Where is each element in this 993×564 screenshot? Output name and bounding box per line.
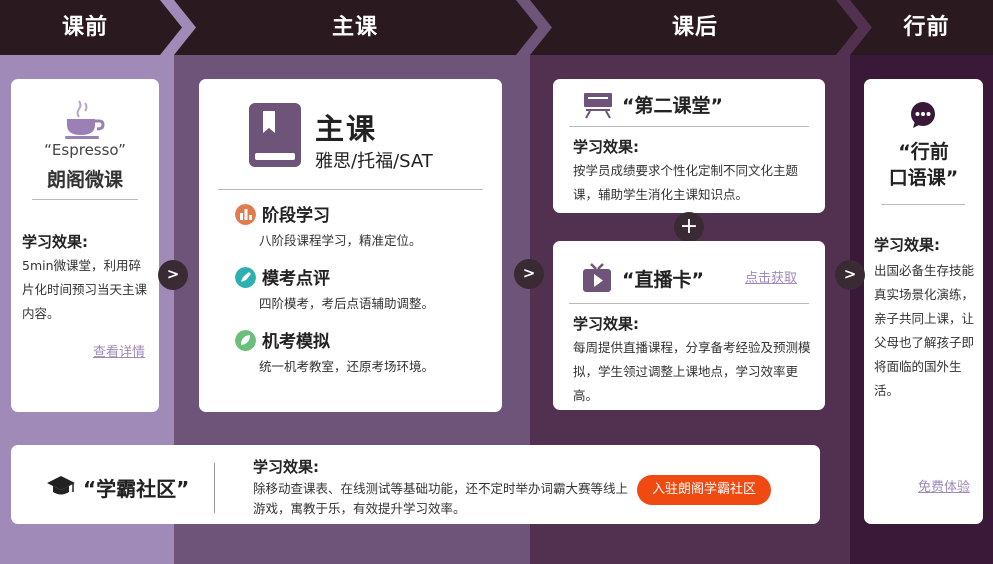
departure-title-line1: “行前 bbox=[898, 141, 949, 163]
main-subtitle: 雅思/托福/SAT bbox=[315, 151, 433, 172]
espresso-title: 朗阁微课 bbox=[46, 169, 123, 191]
book-icon bbox=[249, 103, 301, 167]
effect-text: 5min微课堂，利用碎片化时间预习当天主课内容。 bbox=[22, 258, 148, 321]
effect-heading: 学习效果: bbox=[22, 233, 88, 251]
next-arrow-button[interactable]: > bbox=[514, 259, 544, 289]
view-details-link[interactable]: 查看详情 bbox=[93, 341, 145, 360]
divider bbox=[218, 189, 483, 190]
main-course-card: 主课 雅思/托福/SAT 阶段学习 八阶段课程学习，精准定位。 模考点评 四阶模… bbox=[199, 79, 502, 412]
community-card: “学霸社区” 学习效果: 除移动查课表、在线测试等基础功能，还不定时举办词霸大赛… bbox=[11, 445, 820, 524]
leaf-icon bbox=[235, 330, 256, 351]
stage-title: 阶段学习 bbox=[262, 206, 330, 226]
espresso-card: “Espresso” 朗阁微课 学习效果: 5min微课堂，利用碎片化时间预习当… bbox=[11, 79, 159, 412]
stage-title: 机考模拟 bbox=[262, 332, 330, 352]
effect-heading: 学习效果: bbox=[573, 315, 639, 333]
bar-chart-icon bbox=[235, 204, 256, 225]
effect-heading: 学习效果: bbox=[874, 236, 940, 254]
step-header: 课前 主课 课后 行前 bbox=[0, 0, 993, 55]
live-title: “直播卡” bbox=[622, 269, 704, 291]
graduation-cap-icon bbox=[47, 476, 75, 495]
free-trial-link[interactable]: 免费体验 bbox=[918, 476, 970, 495]
step-main: 主课 bbox=[331, 15, 378, 40]
speech-bubble-icon bbox=[911, 102, 935, 128]
divider bbox=[569, 303, 809, 304]
divider bbox=[214, 463, 215, 513]
second-class-title: “第二课堂” bbox=[622, 95, 723, 117]
effect-heading: 学习效果: bbox=[253, 458, 319, 476]
divider bbox=[881, 204, 965, 205]
effect-text: 每周提供直播课程，分享备考经验及预测模拟，学生领过调整上课地点，学习效率更高。 bbox=[573, 340, 811, 403]
live-card: “直播卡” 点击获取 学习效果: 每周提供直播课程，分享备考经验及预测模拟，学生… bbox=[553, 241, 825, 410]
next-arrow-button[interactable]: > bbox=[158, 260, 188, 290]
divider bbox=[32, 199, 138, 200]
classroom-board-icon bbox=[584, 93, 612, 119]
step-departure: 行前 bbox=[903, 15, 950, 40]
second-class-card: “第二课堂” 学习效果: 按学员成绩要求个性化定制不同文化主题课，辅助学生消化主… bbox=[553, 79, 825, 213]
effect-text: 按学员成绩要求个性化定制不同文化主题课，辅助学生消化主课知识点。 bbox=[573, 163, 799, 202]
departure-title-line2: 口语课” bbox=[888, 167, 959, 189]
join-community-button[interactable]: 入驻朗阁学霸社区 bbox=[637, 475, 771, 505]
get-live-card-link[interactable]: 点击获取 bbox=[745, 267, 797, 286]
coffee-cup-icon bbox=[65, 100, 105, 139]
effect-text: 除移动查课表、在线测试等基础功能，还不定时举办词霸大赛等线上游戏，寓教于乐，有效… bbox=[253, 481, 629, 516]
departure-title: “行前 口语课” bbox=[864, 139, 983, 191]
next-arrow-button[interactable]: > bbox=[835, 260, 865, 290]
stage-title: 模考点评 bbox=[262, 269, 330, 289]
departure-speaking-card: “行前 口语课” 学习效果: 出国必备生存技能真实场景化演练，亲子共同上课，让父… bbox=[864, 79, 983, 524]
espresso-subtitle: “Espresso” bbox=[44, 141, 126, 159]
plus-icon: + bbox=[674, 212, 704, 242]
review-pen-icon bbox=[235, 267, 256, 288]
effect-heading: 学习效果: bbox=[573, 138, 639, 156]
step-after: 课后 bbox=[671, 15, 718, 40]
stage-desc: 四阶模考，考后点语辅助调整。 bbox=[259, 296, 435, 311]
tv-play-icon bbox=[583, 263, 611, 292]
stage-desc: 统一机考教室，还原考场环境。 bbox=[259, 359, 435, 374]
divider bbox=[569, 126, 809, 127]
community-title: “学霸社区” bbox=[83, 477, 190, 501]
step-before: 课前 bbox=[61, 15, 108, 40]
main-title: 主课 bbox=[315, 112, 378, 146]
effect-text: 出国必备生存技能真实场景化演练，亲子共同上课，让父母也了解孩子即将面临的国外生活… bbox=[874, 263, 975, 398]
stage-desc: 八阶段课程学习，精准定位。 bbox=[259, 233, 422, 248]
